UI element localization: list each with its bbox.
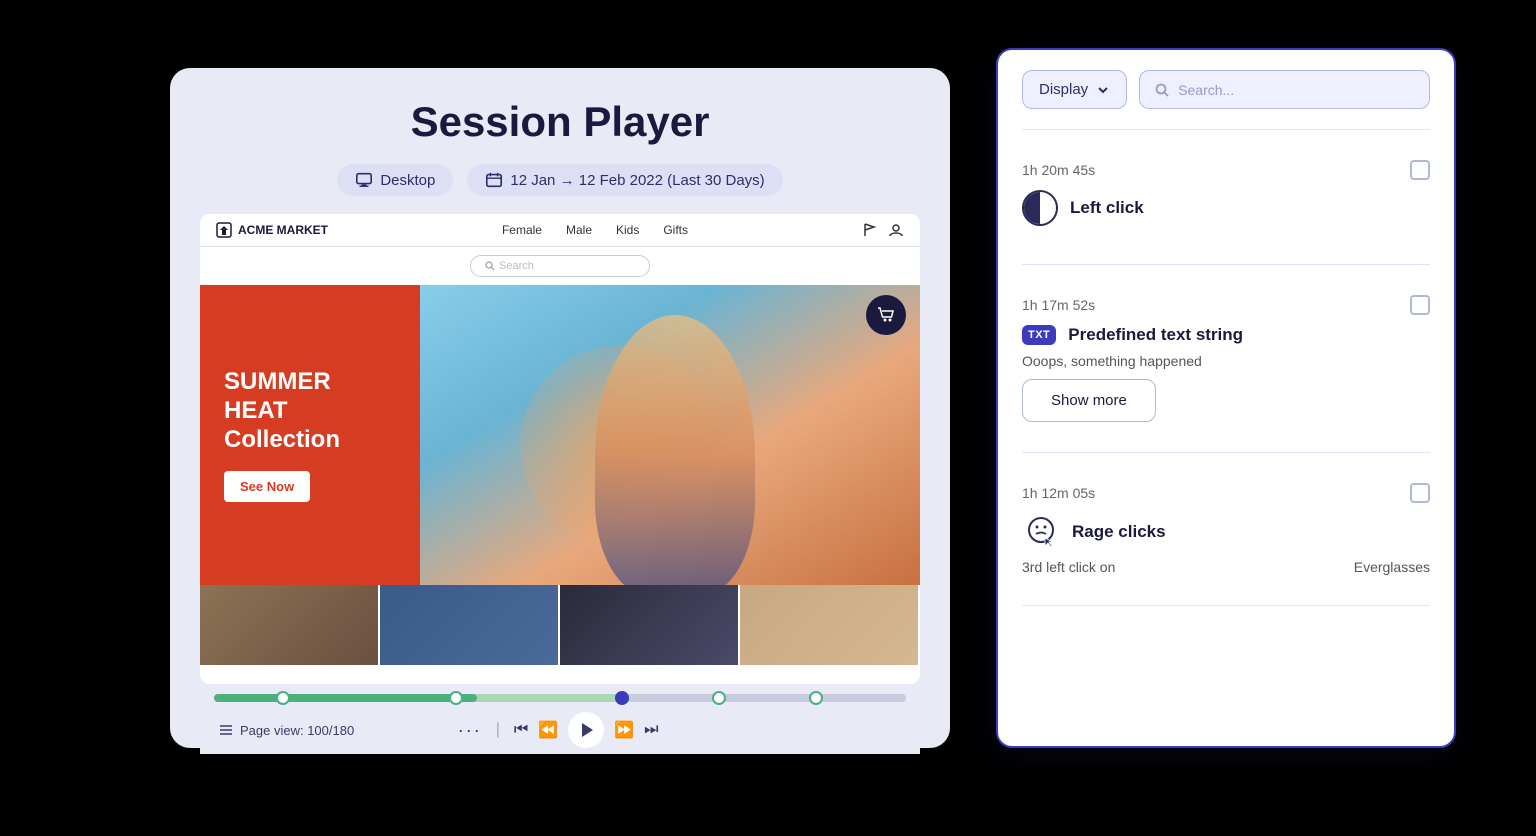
event-time-row-1: 1h 20m 45s (1022, 160, 1430, 180)
event-time-1: 1h 20m 45s (1022, 162, 1095, 178)
rage-product: Everglasses (1354, 559, 1430, 575)
rage-sub-row: 3rd left click on Everglasses (1022, 559, 1430, 575)
search-placeholder: Search... (1178, 82, 1234, 98)
show-more-button[interactable]: Show more (1022, 379, 1156, 422)
rewind-button[interactable]: ⏪ (538, 720, 558, 740)
rage-icon-svg (1023, 514, 1059, 550)
browser-search-bar: Search (200, 247, 920, 285)
desktop-icon (355, 171, 373, 189)
page-view-label: Page view: 100/180 (218, 722, 354, 738)
calendar-icon (485, 171, 503, 189)
thumbnail-1 (200, 585, 380, 665)
browser-search-input[interactable]: Search (470, 255, 650, 277)
page-title: Session Player (200, 98, 920, 146)
progress-area: Page view: 100/180 ··· | ⏮ ⏪ ⏩ ⏭ (200, 684, 920, 754)
session-player-card: Session Player Desktop 12 Jan → 12 Feb 2… (170, 68, 950, 748)
progress-dot-current (615, 691, 629, 705)
play-icon (577, 721, 595, 739)
event-time-row-3: 1h 12m 05s (1022, 483, 1430, 503)
event-checkbox-3[interactable] (1410, 483, 1430, 503)
player-controls-row: Page view: 100/180 ··· | ⏮ ⏪ ⏩ ⏭ (214, 712, 906, 748)
event-item-rage-clicks: 1h 12m 05s Rage clicks 3rd left click on… (1022, 469, 1430, 589)
nav-links: Female Male Kids Gifts (502, 223, 688, 237)
display-dropdown[interactable]: Display (1022, 70, 1127, 109)
event-checkbox-1[interactable] (1410, 160, 1430, 180)
progress-track[interactable] (214, 694, 906, 702)
left-click-icon (1022, 190, 1058, 226)
hero-image (420, 285, 920, 585)
txt-icon: TXT (1022, 325, 1056, 345)
event-name-3: Rage clicks (1072, 522, 1166, 542)
event-detail-2: TXT Predefined text string (1022, 325, 1430, 345)
event-sub-2: Ooops, something happened (1022, 353, 1430, 369)
panel-search-box[interactable]: Search... (1139, 70, 1430, 109)
divider-2 (1022, 452, 1430, 453)
divider-3 (1022, 605, 1430, 606)
more-options-button[interactable]: ··· (458, 720, 482, 741)
hero-section: SUMMER HEAT Collection See Now (200, 285, 920, 585)
progress-dot-4 (712, 691, 726, 705)
divider-1 (1022, 264, 1430, 265)
event-name-2: Predefined text string (1068, 325, 1243, 345)
date-range-badge[interactable]: 12 Jan → 12 Feb 2022 (Last 30 Days) (467, 164, 782, 196)
event-detail-1: Left click (1022, 190, 1430, 226)
search-icon (1154, 82, 1170, 98)
progress-dot-5 (809, 691, 823, 705)
event-time-2: 1h 17m 52s (1022, 297, 1095, 313)
browser-navbar: ACME MARKET Female Male Kids Gifts (200, 214, 920, 247)
thumbnail-4 (740, 585, 920, 665)
progress-green (214, 694, 477, 702)
right-panel: Display Search... 1h 20m 45s Left (996, 48, 1456, 748)
progress-dot-2 (449, 691, 463, 705)
cursor-icon (1032, 200, 1048, 216)
event-checkbox-2[interactable] (1410, 295, 1430, 315)
event-time-row-2: 1h 17m 52s (1022, 295, 1430, 315)
flag-icon (862, 222, 878, 238)
skip-to-end-button[interactable]: ⏭ (644, 721, 658, 739)
event-item-left-click: 1h 20m 45s Left click (1022, 146, 1430, 248)
cart-overlay-button[interactable] (866, 295, 906, 335)
hero-cta-button[interactable]: See Now (224, 471, 310, 502)
progress-dot-1 (276, 691, 290, 705)
event-name-1: Left click (1070, 198, 1144, 218)
progress-light-green (477, 694, 629, 702)
hero-text-box: SUMMER HEAT Collection See Now (200, 285, 420, 585)
device-badge[interactable]: Desktop (337, 164, 453, 196)
event-item-predefined-text: 1h 17m 52s TXT Predefined text string Oo… (1022, 281, 1430, 436)
browser-mockup: ACME MARKET Female Male Kids Gifts (200, 214, 920, 684)
chevron-down-icon (1096, 83, 1110, 97)
thumbnail-row (200, 585, 920, 665)
player-controls: Desktop 12 Jan → 12 Feb 2022 (Last 30 Da… (200, 164, 920, 196)
list-icon (218, 722, 234, 738)
rage-sub-text: 3rd left click on (1022, 559, 1115, 575)
thumbnail-3 (560, 585, 740, 665)
center-controls: ··· | ⏮ ⏪ ⏩ ⏭ (458, 712, 659, 748)
divider-top (1022, 129, 1430, 130)
brand-logo: ACME MARKET (216, 222, 328, 238)
event-time-3: 1h 12m 05s (1022, 485, 1095, 501)
event-detail-3: Rage clicks (1022, 513, 1430, 551)
account-icon (888, 222, 904, 238)
play-button[interactable] (568, 712, 604, 748)
nav-icons (862, 222, 904, 238)
hero-title: SUMMER HEAT Collection (224, 368, 396, 454)
rage-clicks-icon (1022, 513, 1060, 551)
panel-header: Display Search... (1022, 70, 1430, 109)
thumbnail-2 (380, 585, 560, 665)
fast-forward-button[interactable]: ⏩ (614, 720, 634, 740)
brand-logo-icon (216, 222, 232, 238)
search-icon-small (485, 261, 495, 271)
cart-icon (876, 305, 896, 325)
skip-to-start-button[interactable]: ⏮ (514, 721, 528, 739)
